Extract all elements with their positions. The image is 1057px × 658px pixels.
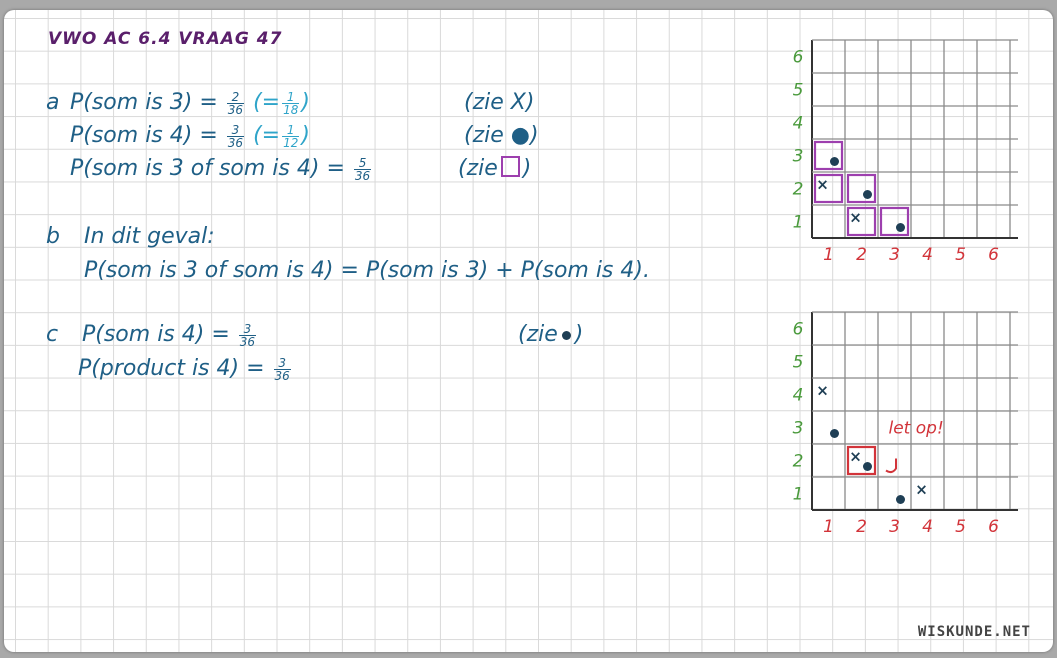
fraction-denominator: 36 — [239, 334, 256, 349]
part-c-line-2: P(product is 4) = 3 36 — [78, 356, 293, 382]
x-tick-label: 2 — [856, 245, 867, 265]
dot-mark — [896, 223, 905, 232]
part-a-line-3-note: (zie) — [458, 156, 531, 182]
fraction-denominator: 36 — [354, 168, 371, 183]
dot-mark — [830, 429, 839, 438]
part-b-line-1: In dit geval: — [84, 224, 215, 249]
annotation-text: let op! — [889, 419, 944, 439]
outcome-box — [813, 140, 844, 171]
simplified-open: (= — [253, 123, 281, 148]
part-a-label: a — [46, 90, 60, 115]
y-tick-label: 2 — [793, 180, 804, 200]
annotation-arrow — [885, 458, 897, 474]
cross-mark: × — [849, 209, 862, 227]
fraction-numerator: 3 — [273, 357, 291, 370]
dot-icon — [561, 331, 571, 340]
fraction-numerator: 1 — [282, 124, 300, 137]
part-c-label: c — [46, 322, 59, 347]
y-tick-label: 6 — [793, 320, 804, 340]
x-tick-label: 1 — [823, 517, 834, 537]
simplified-fraction: (= 1 18) — [253, 90, 310, 117]
x-tick-label: 5 — [955, 245, 966, 265]
part-c-line-2-lhs: P(product is 4) = — [78, 356, 265, 381]
fraction: 3 36 — [238, 323, 257, 349]
fraction-numerator: 5 — [353, 157, 372, 170]
note-close: ) — [522, 156, 532, 181]
fraction-denominator: 18 — [283, 102, 299, 117]
fraction-numerator: 2 — [226, 91, 245, 104]
fraction-denominator: 36 — [227, 135, 244, 150]
y-tick-label: 5 — [793, 81, 804, 101]
fraction: 1 18 — [282, 91, 300, 117]
simplified-fraction: (= 1 12) — [253, 123, 310, 150]
y-tick-label: 3 — [793, 419, 804, 439]
part-a-line-3-lhs: P(som is 3 of som is 4) = — [70, 156, 345, 181]
fraction-numerator: 1 — [282, 91, 300, 104]
fraction-numerator: 3 — [226, 124, 245, 137]
part-c-line-1-lhs: P(som is 4) = — [82, 322, 230, 347]
y-tick-label: 3 — [793, 147, 804, 167]
dot-mark — [896, 495, 905, 504]
fraction-denominator: 36 — [227, 102, 244, 117]
sample-space-grid-bottom: 1 2 3 4 5 6 1 2 3 4 5 6 × × × let op! — [793, 311, 1018, 537]
part-a-line-2-lhs: P(som is 4) = — [70, 123, 218, 148]
cross-mark: × — [915, 481, 928, 499]
x-tick-label: 4 — [922, 245, 933, 265]
cross-mark: × — [816, 382, 829, 400]
x-tick-label: 5 — [955, 517, 966, 537]
notebook-sheet: VWO AC 6.4 VRAAG 47 a P(som is 3) = 2 36 … — [4, 10, 1053, 652]
note-open: (zie — [518, 322, 558, 347]
note-open: (zie — [458, 156, 498, 181]
part-c-line-1: P(som is 4) = 3 36 — [82, 322, 258, 348]
simplified-open: (= — [253, 90, 281, 115]
dot-mark — [863, 462, 872, 471]
x-tick-label: 3 — [889, 517, 900, 537]
part-a-line-1-note: (zie X) — [464, 90, 535, 115]
sample-space-grid-top: 1 2 3 4 5 6 1 2 3 4 5 6 × × — [793, 39, 1018, 265]
dot-mark — [863, 190, 872, 199]
fraction-denominator: 12 — [283, 135, 299, 150]
fraction: 5 36 — [353, 157, 372, 183]
cross-mark: × — [849, 448, 862, 466]
y-tick-label: 1 — [793, 213, 804, 233]
fraction: 2 36 — [226, 91, 245, 117]
part-b-label: b — [46, 224, 60, 249]
y-tick-label: 2 — [793, 452, 804, 472]
fraction: 3 36 — [273, 357, 291, 383]
x-tick-label: 6 — [988, 245, 999, 265]
part-a-line-2-note: (zie ●) — [464, 123, 539, 148]
x-tick-label: 1 — [823, 245, 834, 265]
fraction: 1 12 — [282, 124, 300, 150]
fraction: 3 36 — [226, 124, 245, 150]
y-tick-label: 1 — [793, 485, 804, 505]
outcome-box — [879, 206, 910, 237]
fraction-denominator: 36 — [274, 368, 290, 383]
simplified-close: ) — [301, 123, 310, 148]
page-title: VWO AC 6.4 VRAAG 47 — [48, 29, 283, 49]
fraction-numerator: 3 — [238, 323, 257, 336]
part-a-line-1-lhs: P(som is 3) = — [70, 90, 218, 115]
cross-mark: × — [816, 176, 829, 194]
x-tick-label: 4 — [922, 517, 933, 537]
x-tick-label: 6 — [988, 517, 999, 537]
y-tick-label: 4 — [793, 386, 804, 406]
part-c-line-1-note: (zie) — [518, 322, 583, 348]
dot-mark — [830, 157, 839, 166]
y-tick-label: 6 — [793, 48, 804, 68]
outcome-box — [846, 173, 877, 204]
site-logo: WISKUNDE.NET — [917, 624, 1031, 640]
x-tick-label: 3 — [889, 245, 900, 265]
part-a-line-1: P(som is 3) = 2 36 (= 1 18) — [70, 90, 310, 116]
part-b-line-2: P(som is 3 of som is 4) = P(som is 3) + … — [84, 258, 650, 283]
part-a-line-2: P(som is 4) = 3 36 (= 1 12) — [70, 123, 310, 149]
y-tick-label: 5 — [793, 353, 804, 373]
square-icon — [500, 156, 520, 177]
simplified-close: ) — [301, 90, 310, 115]
part-a-line-3: P(som is 3 of som is 4) = 5 36 — [70, 156, 373, 182]
y-tick-label: 4 — [793, 114, 804, 134]
note-close: ) — [574, 322, 584, 347]
x-tick-label: 2 — [856, 517, 867, 537]
